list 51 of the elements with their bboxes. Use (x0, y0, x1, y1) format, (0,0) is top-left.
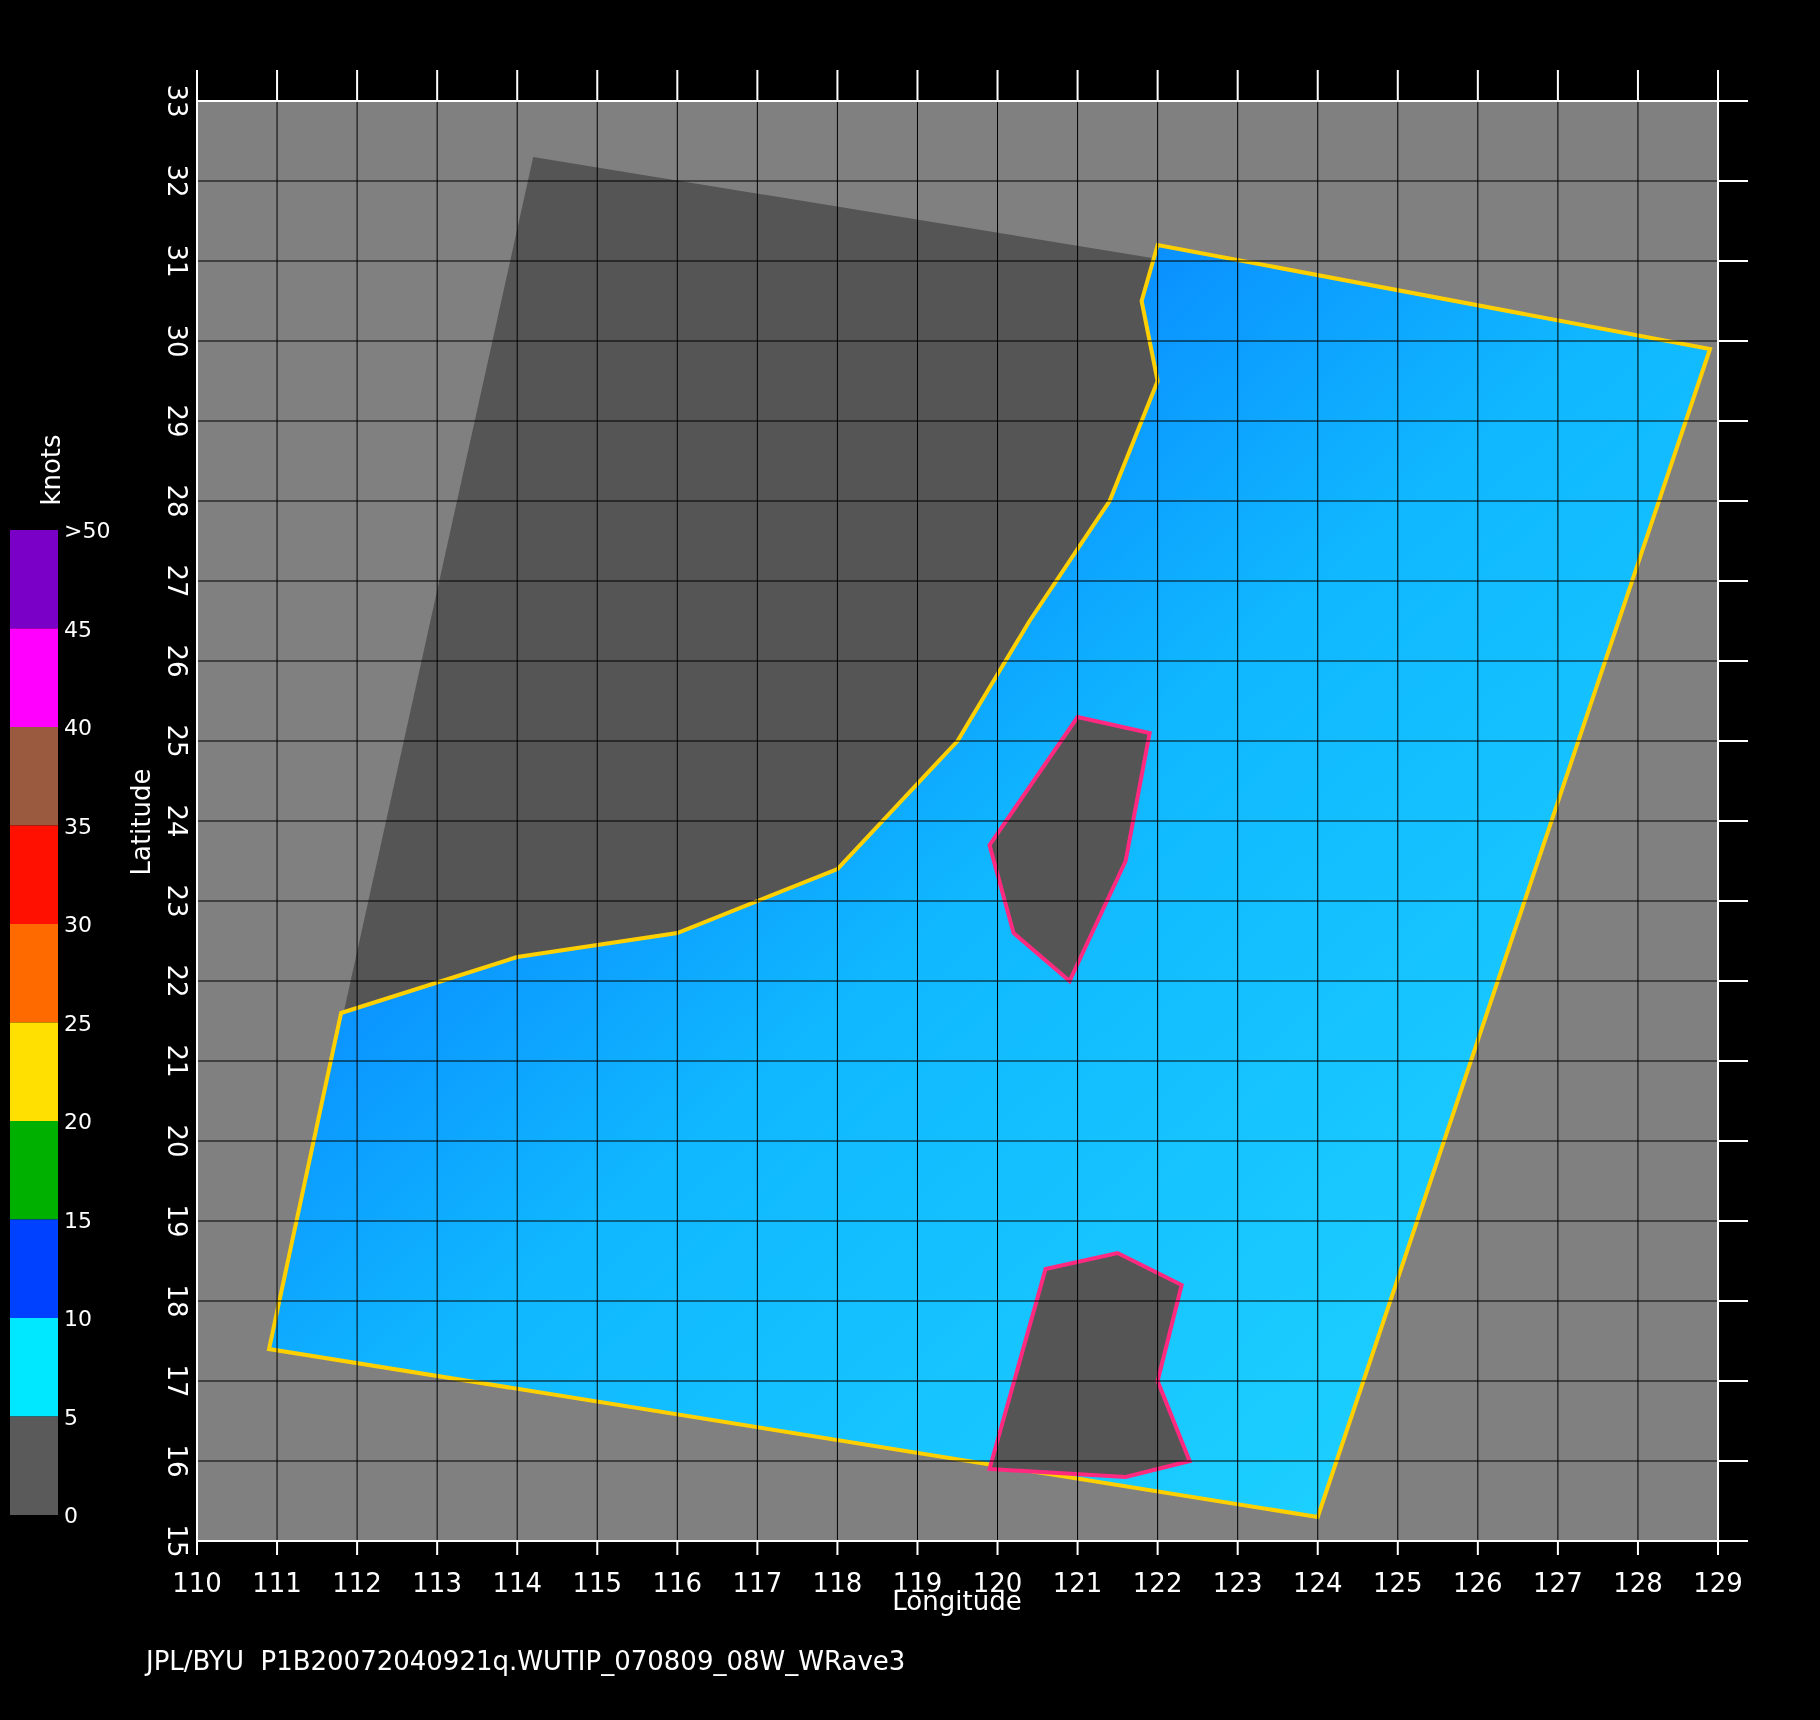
latitude-tick-label: 25 (162, 724, 192, 758)
longitude-tick-label: 112 (332, 1568, 382, 1598)
longitude-tick-label: 113 (412, 1568, 462, 1598)
latitude-tick-label: 27 (162, 564, 192, 598)
latitude-tick-label: 26 (162, 644, 192, 678)
latitude-tick-label: 24 (162, 804, 192, 838)
longitude-tick-label: 121 (1052, 1568, 1103, 1598)
longitude-tick-label: 110 (172, 1568, 222, 1598)
colorbar-label: 0 (64, 1503, 78, 1528)
colorbar-label: >50 (64, 518, 111, 543)
colorbar-label: 40 (64, 715, 92, 740)
latitude-tick-label: 31 (162, 244, 192, 278)
y-axis-title: Latitude (126, 768, 156, 876)
latitude-tick-label: 20 (162, 1124, 192, 1158)
longitude-tick-label: 128 (1613, 1568, 1663, 1598)
longitude-tick-label: 115 (572, 1568, 623, 1598)
latitude-tick-label: 30 (162, 324, 192, 358)
longitude-tick-label: 122 (1132, 1568, 1183, 1598)
latitude-tick-label: 23 (162, 884, 192, 918)
colorbar-label: 20 (64, 1109, 92, 1134)
latitude-tick-label: 33 (162, 84, 192, 118)
longitude-tick-label: 125 (1372, 1568, 1423, 1598)
colorbar-label: 15 (64, 1207, 92, 1233)
longitude-tick-label: 124 (1292, 1568, 1343, 1598)
latitude-tick-label: 22 (162, 964, 192, 998)
colorbar-label: 5 (64, 1404, 78, 1430)
longitude-tick-label: 118 (812, 1568, 863, 1598)
latitude-tick-label: 21 (162, 1044, 192, 1078)
longitude-tick-label: 116 (652, 1568, 703, 1598)
colorbar-label: 25 (64, 1010, 92, 1036)
footer-caption: JPL/BYU P1B20072040921q.WUTIP_070809_08W_WRave3 (146, 1646, 906, 1676)
longitude-tick-label: 111 (252, 1568, 302, 1598)
latitude-tick-label: 29 (162, 404, 192, 438)
longitude-tick-label: 129 (1693, 1568, 1743, 1598)
latitude-tick-label: 17 (162, 1364, 192, 1398)
longitude-tick-label: 127 (1533, 1568, 1583, 1598)
colorbar-label: 35 (64, 813, 92, 839)
latitude-tick-label: 15 (162, 1524, 192, 1558)
longitude-tick-label: 126 (1453, 1568, 1503, 1598)
latitude-tick-label: 28 (162, 484, 192, 518)
longitude-tick-label: 117 (732, 1568, 783, 1598)
longitude-tick-label: 114 (492, 1568, 543, 1598)
colorbar-label: 10 (64, 1306, 92, 1331)
latitude-tick-label: 18 (162, 1284, 192, 1318)
latitude-tick-label: 19 (162, 1204, 192, 1238)
latitude-tick-label: 16 (162, 1444, 192, 1478)
longitude-tick-label: 123 (1212, 1568, 1263, 1598)
latitude-tick-label: 32 (162, 164, 192, 198)
colorbar-label: 45 (64, 616, 92, 642)
colorbar-unit: knots (36, 434, 66, 506)
colorbar-label: 30 (64, 912, 92, 937)
